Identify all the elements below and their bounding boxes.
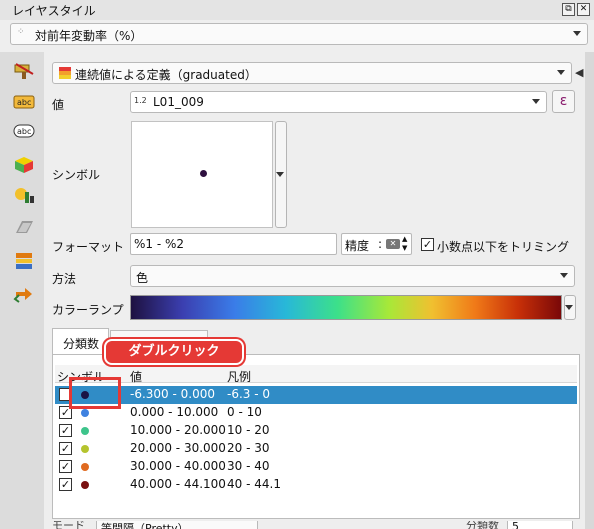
close-button[interactable]: ✕ [577, 3, 590, 16]
table-row[interactable]: ✓ -6.300 - 0.000 -6.3 - 0 [55, 386, 577, 404]
chevron-down-icon [573, 31, 581, 36]
table-row[interactable]: ✓ 0.000 - 10.000 0 - 10 [55, 404, 577, 422]
method-select-value: 色 [136, 271, 149, 285]
col-value-header[interactable]: 値 [130, 368, 142, 385]
symbol-preview-button[interactable] [131, 121, 273, 228]
class-symbol-dot[interactable] [81, 409, 89, 417]
symbol-dot [200, 170, 207, 177]
bottom-row: モード 等間隔（Pretty） 分類数 5 [52, 521, 580, 529]
value-field-text: L01_009 [153, 95, 204, 109]
tab-classes-label: 分類数 [63, 337, 100, 351]
chevron-down-icon [557, 70, 565, 75]
class-legend[interactable]: 30 - 40 [227, 459, 270, 473]
diagram-icon[interactable] [13, 186, 35, 204]
classes-panel: シンボル 値 凡例 ✓ -6.300 - 0.000 -6.3 - 0 ✓ 0.000 … [52, 354, 580, 519]
highlight-box [69, 377, 121, 409]
classes-table: ✓ -6.300 - 0.000 -6.3 - 0 ✓ 0.000 - 10.000 0 … [55, 386, 577, 496]
col-legend-header[interactable]: 凡例 [227, 368, 251, 385]
color-ramp-dropdown[interactable] [564, 295, 576, 320]
class-legend[interactable]: 20 - 30 [227, 441, 270, 455]
renderer-select-value: 連続値による定義（graduated） [75, 68, 257, 82]
label-abc-icon[interactable]: abc [13, 93, 35, 111]
layer-select-value: 対前年変動率（%） [35, 29, 143, 43]
class-legend[interactable]: 10 - 20 [227, 423, 270, 437]
class-value[interactable]: 40.000 - 44.100 [130, 477, 226, 491]
classes-count-label: 分類数 [466, 521, 499, 529]
class-symbol-dot[interactable] [81, 427, 89, 435]
class-value[interactable]: 10.000 - 20.000 [130, 423, 226, 437]
trim-label: 小数点以下をトリミング [437, 240, 570, 254]
chevron-left-icon[interactable]: ◀ [575, 66, 583, 79]
chevron-down-icon [560, 273, 568, 278]
chevron-down-icon [565, 304, 573, 310]
callout-badge: ダブルクリック [104, 339, 244, 365]
svg-text:abc: abc [17, 98, 31, 107]
renderer-select[interactable]: 連続値による定義（graduated） [52, 62, 572, 84]
format-label: フォーマット [52, 240, 125, 254]
clear-icon[interactable]: ✕ [386, 239, 400, 249]
row-visible-checkbox[interactable]: ✓ [59, 478, 72, 491]
3d-cube-icon[interactable] [13, 156, 35, 174]
point-layer-icon: ⁘ [17, 27, 25, 37]
color-ramp-button[interactable] [130, 295, 562, 320]
svg-text:abc: abc [17, 127, 31, 136]
method-select[interactable]: 色 [130, 265, 575, 287]
method-label: 方法 [52, 272, 77, 286]
precision-spinbox[interactable]: 精度 : ✕ ▲ ▼ [341, 233, 412, 255]
mode-select-value: 等間隔（Pretty） [101, 522, 189, 529]
panel-scrollbar[interactable] [585, 52, 594, 529]
class-value[interactable]: 20.000 - 30.000 [130, 441, 226, 455]
title-bar: レイヤスタイル ⧉ ✕ [0, 0, 594, 20]
paintbrush-icon[interactable] [13, 62, 35, 80]
mode-label: モード [52, 521, 85, 529]
class-value[interactable]: 30.000 - 40.000 [130, 459, 226, 473]
table-row[interactable]: ✓ 30.000 - 40.000 30 - 40 [55, 458, 577, 476]
chevron-down-icon [276, 171, 284, 177]
precision-label: 精度 [345, 239, 370, 253]
class-legend[interactable]: 0 - 10 [227, 405, 262, 419]
row-visible-checkbox[interactable]: ✓ [59, 442, 72, 455]
format-input-value: %1 - %2 [134, 237, 185, 251]
colon-text: : [378, 237, 383, 251]
row-visible-checkbox[interactable]: ✓ [59, 424, 72, 437]
spin-arrows-icon[interactable]: ▲ ▼ [402, 235, 407, 253]
graduated-icon [59, 67, 71, 82]
actions-icon[interactable] [13, 285, 35, 303]
class-symbol-dot[interactable] [81, 481, 89, 489]
class-value[interactable]: 0.000 - 10.000 [130, 405, 218, 419]
layer-select[interactable]: ⁘ 対前年変動率（%） [10, 23, 588, 45]
color-ramp-label: カラーランプ [52, 303, 124, 317]
class-legend[interactable]: -6.3 - 0 [227, 387, 270, 401]
expression-button[interactable]: ε [552, 90, 575, 113]
window-title: レイヤスタイル [12, 4, 96, 18]
table-header: シンボル 値 凡例 [55, 365, 577, 385]
symbol-dropdown-button[interactable] [275, 121, 287, 228]
value-field-input[interactable]: 1.2 L01_009 [130, 91, 547, 113]
format-input[interactable]: %1 - %2 [130, 233, 337, 255]
field-type-tag: 1.2 [134, 96, 147, 105]
row-visible-checkbox[interactable]: ✓ [59, 460, 72, 473]
chevron-down-icon [532, 99, 540, 104]
fields-icon[interactable] [13, 218, 35, 236]
form-icon[interactable] [13, 252, 35, 270]
table-row[interactable]: ✓ 40.000 - 44.100 40 - 44.1 [55, 476, 577, 494]
mode-select[interactable]: 等間隔（Pretty） [96, 521, 258, 529]
classes-count-value: 5 [512, 521, 519, 529]
classes-count-spinbox[interactable]: 5 [507, 521, 573, 529]
value-label: 値 [52, 98, 65, 112]
style-sidebar: abc abc [0, 52, 44, 529]
class-symbol-dot[interactable] [81, 445, 89, 453]
class-value[interactable]: -6.300 - 0.000 [130, 387, 215, 401]
symbol-label: シンボル [52, 168, 101, 182]
float-button[interactable]: ⧉ [562, 3, 575, 16]
table-row[interactable]: ✓ 10.000 - 20.000 10 - 20 [55, 422, 577, 440]
class-legend[interactable]: 40 - 44.1 [227, 477, 281, 491]
trim-checkbox[interactable]: ✓ [421, 238, 434, 251]
table-row[interactable]: ✓ 20.000 - 30.000 20 - 30 [55, 440, 577, 458]
tab-classes[interactable]: 分類数 [52, 328, 109, 354]
label-abc-outline-icon[interactable]: abc [13, 122, 35, 140]
class-symbol-dot[interactable] [81, 463, 89, 471]
